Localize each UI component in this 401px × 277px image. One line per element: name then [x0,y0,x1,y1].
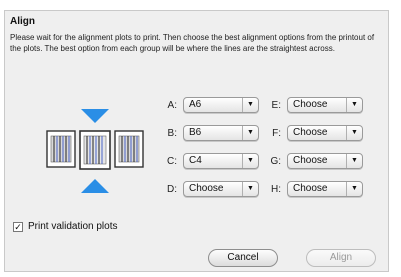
dialog-title: Align [10,16,35,27]
selector-label-a: A: [167,99,177,111]
chevron-down-icon: ▼ [242,154,258,168]
alignment-plots-icon [46,109,144,193]
popup-g-value: Choose [293,155,328,166]
chevron-down-icon: ▼ [242,126,258,140]
align-button[interactable]: Align [306,249,376,267]
print-validation-label[interactable]: Print validation plots [28,221,118,232]
align-dialog: Align Please wait for the alignment plot… [4,10,389,272]
selector-label-b: B: [167,127,177,139]
popup-g[interactable]: Choose ▼ [287,153,363,169]
popup-h[interactable]: Choose ▼ [287,181,363,197]
selector-label-g: G: [270,155,281,167]
popup-f[interactable]: Choose ▼ [287,125,363,141]
plot-box-left [46,130,76,168]
selector-row-c: C: C4 ▼ [165,153,259,169]
chevron-down-icon: ▼ [346,154,362,168]
selector-label-c: C: [167,155,177,167]
selector-label-h: H: [271,183,281,195]
popup-b-value: B6 [189,127,202,138]
selector-label-e: E: [271,99,281,111]
dialog-instructions: Please wait for the alignment plots to p… [10,33,375,53]
alignment-selectors: A: A6 ▼ B: B6 ▼ C: C4 ▼ D: Choose ▼ E: C… [165,97,395,217]
popup-c[interactable]: C4 ▼ [183,153,259,169]
selector-row-h: H: Choose ▼ [269,181,363,197]
plot-box-center [79,130,111,170]
selector-row-b: B: B6 ▼ [165,125,259,141]
popup-a[interactable]: A6 ▼ [183,97,259,113]
selector-label-d: D: [167,183,177,195]
selector-row-g: G: Choose ▼ [269,153,363,169]
popup-d-value: Choose [189,183,224,194]
popup-e[interactable]: Choose ▼ [287,97,363,113]
print-validation-checkbox[interactable]: ✓ [13,221,23,232]
chevron-down-icon: ▼ [242,182,258,196]
popup-a-value: A6 [189,99,202,110]
print-validation-option: ✓ Print validation plots [13,221,118,232]
selector-label-f: F: [272,127,281,139]
popup-h-value: Choose [293,183,328,194]
chevron-down-icon: ▼ [346,126,362,140]
chevron-down-icon: ▼ [346,182,362,196]
chevron-down-icon: ▼ [346,98,362,112]
arrow-up-icon [81,179,109,193]
chevron-down-icon: ▼ [242,98,258,112]
popup-e-value: Choose [293,99,328,110]
popup-c-value: C4 [189,155,202,166]
popup-d[interactable]: Choose ▼ [183,181,259,197]
popup-b[interactable]: B6 ▼ [183,125,259,141]
arrow-down-icon [81,109,109,123]
selector-row-e: E: Choose ▼ [269,97,363,113]
popup-f-value: Choose [293,127,328,138]
selector-row-a: A: A6 ▼ [165,97,259,113]
selector-row-d: D: Choose ▼ [165,181,259,197]
cancel-button[interactable]: Cancel [208,249,278,267]
selector-row-f: F: Choose ▼ [269,125,363,141]
plot-box-right [114,130,144,168]
